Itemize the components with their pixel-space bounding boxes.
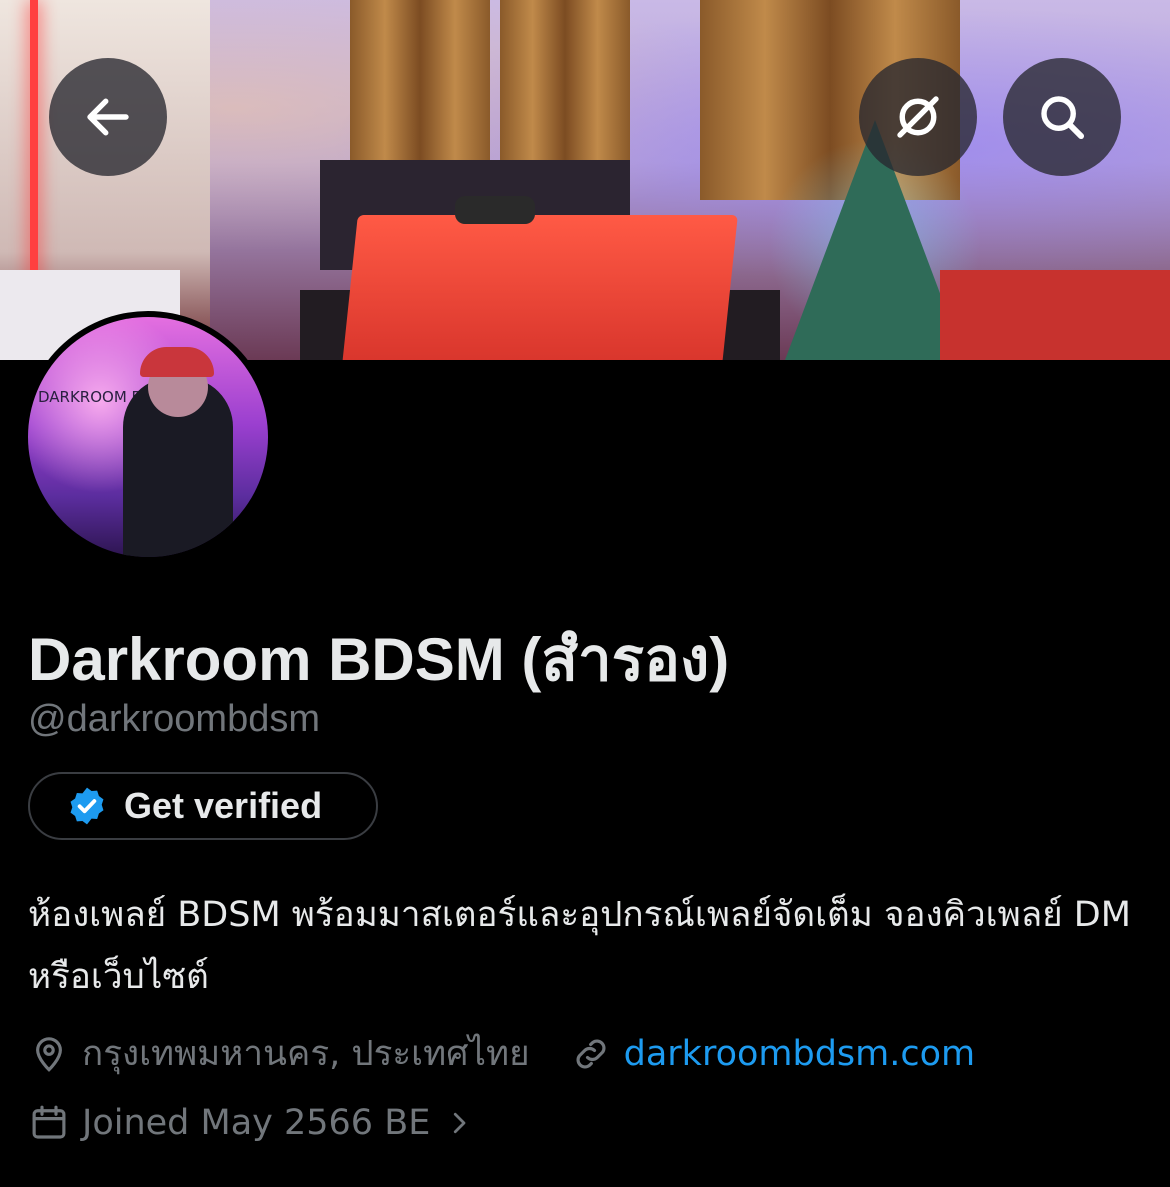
search-button[interactable] [1003, 58, 1121, 176]
profile-bio: ห้องเพลย์ BDSM พร้อมมาสเตอร์และอุปกรณ์เพ… [28, 895, 1131, 997]
back-button[interactable] [49, 58, 167, 176]
joined-text: Joined May 2566 BE [82, 1103, 431, 1143]
banner-chair [940, 270, 1170, 360]
location-pin-icon [36, 1036, 62, 1072]
link-icon [576, 1038, 606, 1069]
get-verified-button[interactable]: Get verified [28, 772, 378, 840]
banner-pillow [455, 196, 535, 224]
profile-banner[interactable] [0, 0, 1170, 360]
grok-button[interactable] [859, 58, 977, 176]
calendar-icon [32, 1105, 66, 1139]
location-text: กรุงเทพมหานคร, ประเทศไทย [82, 1034, 530, 1074]
search-icon [1041, 96, 1085, 140]
get-verified-label: Get verified [124, 785, 323, 826]
grok-icon [897, 96, 939, 138]
joined-row[interactable]: Joined May 2566 BE [28, 1102, 486, 1144]
chevron-right-icon [454, 1112, 466, 1134]
verified-badge-icon [66, 785, 108, 827]
avatar-cap [140, 347, 214, 377]
display-name: Darkroom BDSM (สำรอง) [28, 626, 730, 693]
avatar-image: DARKROOM BDSM [28, 317, 268, 557]
website-link[interactable]: darkroombdsm.com [624, 1034, 976, 1074]
profile-meta-row: กรุงเทพมหานคร, ประเทศไทย darkroombdsm.co… [28, 1026, 975, 1081]
avatar[interactable]: DARKROOM BDSM [22, 311, 274, 563]
arrow-left-icon [87, 98, 129, 136]
banner-curtain-middle [500, 0, 630, 180]
banner-bed [342, 215, 738, 360]
handle: @darkroombdsm [28, 698, 320, 740]
